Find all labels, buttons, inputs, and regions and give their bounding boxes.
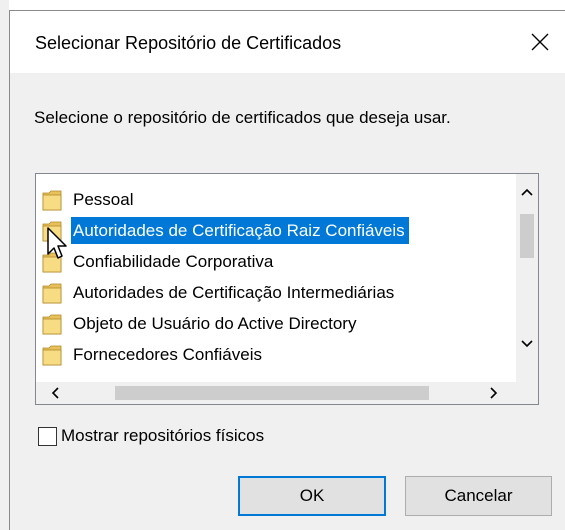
scroll-corner	[516, 382, 538, 404]
cancel-button[interactable]: Cancelar	[405, 476, 552, 516]
folder-icon	[42, 252, 62, 272]
vertical-scrollbar[interactable]	[516, 174, 538, 383]
list-item[interactable]: Fornecedores Confiáveis	[42, 339, 266, 370]
ok-button[interactable]: OK	[238, 476, 386, 516]
folder-icon	[42, 345, 62, 365]
folder-icon	[42, 221, 62, 241]
folder-icon	[42, 314, 62, 334]
show-physical-stores-option[interactable]: Mostrar repositórios físicos	[38, 426, 264, 446]
vertical-scroll-thumb[interactable]	[520, 214, 534, 258]
close-icon	[531, 33, 549, 51]
horizontal-scrollbar[interactable]	[36, 382, 517, 404]
chevron-right-icon	[490, 387, 498, 399]
chevron-left-icon	[51, 387, 59, 399]
chevron-up-icon	[521, 188, 533, 196]
list-viewport: Pessoal Autoridades de Certificação Raiz …	[36, 174, 517, 383]
list-item[interactable]: Autoridades de Certificação Raiz Confiáv…	[42, 215, 409, 246]
show-physical-stores-label: Mostrar repositórios físicos	[61, 426, 265, 445]
select-certificate-store-dialog: Selecionar Repositório de Certificados S…	[9, 10, 565, 530]
list-item[interactable]: Confiabilidade Corporativa	[42, 246, 277, 277]
scroll-right-button[interactable]	[483, 382, 505, 404]
list-item-label: Confiabilidade Corporativa	[73, 252, 274, 271]
dialog-title: Selecionar Repositório de Certificados	[35, 33, 342, 53]
show-physical-stores-checkbox[interactable]	[38, 426, 57, 446]
title-bar: Selecionar Repositório de Certificados	[10, 11, 565, 73]
window-edge	[0, 0, 9, 530]
folder-icon	[42, 190, 62, 210]
scroll-up-button[interactable]	[516, 182, 538, 202]
instruction-text: Selecione o repositório de certificados …	[34, 108, 451, 127]
list-item[interactable]: Pessoal	[42, 184, 137, 215]
list-item-label: Fornecedores Confiáveis	[73, 345, 262, 364]
certificate-store-list[interactable]: Pessoal Autoridades de Certificação Raiz …	[35, 173, 539, 405]
chevron-down-icon	[521, 340, 533, 348]
scroll-down-button[interactable]	[516, 334, 538, 354]
list-item[interactable]: Autoridades de Certificação Intermediári…	[42, 277, 398, 308]
list-item-label: Pessoal	[73, 190, 134, 209]
list-item-label: Autoridades de Certificação Intermediári…	[73, 283, 395, 302]
close-button[interactable]	[515, 11, 565, 73]
list-item-label: Autoridades de Certificação Raiz Confiáv…	[71, 217, 409, 244]
horizontal-scroll-thumb[interactable]	[115, 386, 429, 400]
list-item[interactable]: Objeto de Usuário do Active Directory	[42, 308, 360, 339]
scroll-left-button[interactable]	[44, 382, 66, 404]
list-item-label: Objeto de Usuário do Active Directory	[73, 314, 357, 333]
folder-icon	[42, 283, 62, 303]
